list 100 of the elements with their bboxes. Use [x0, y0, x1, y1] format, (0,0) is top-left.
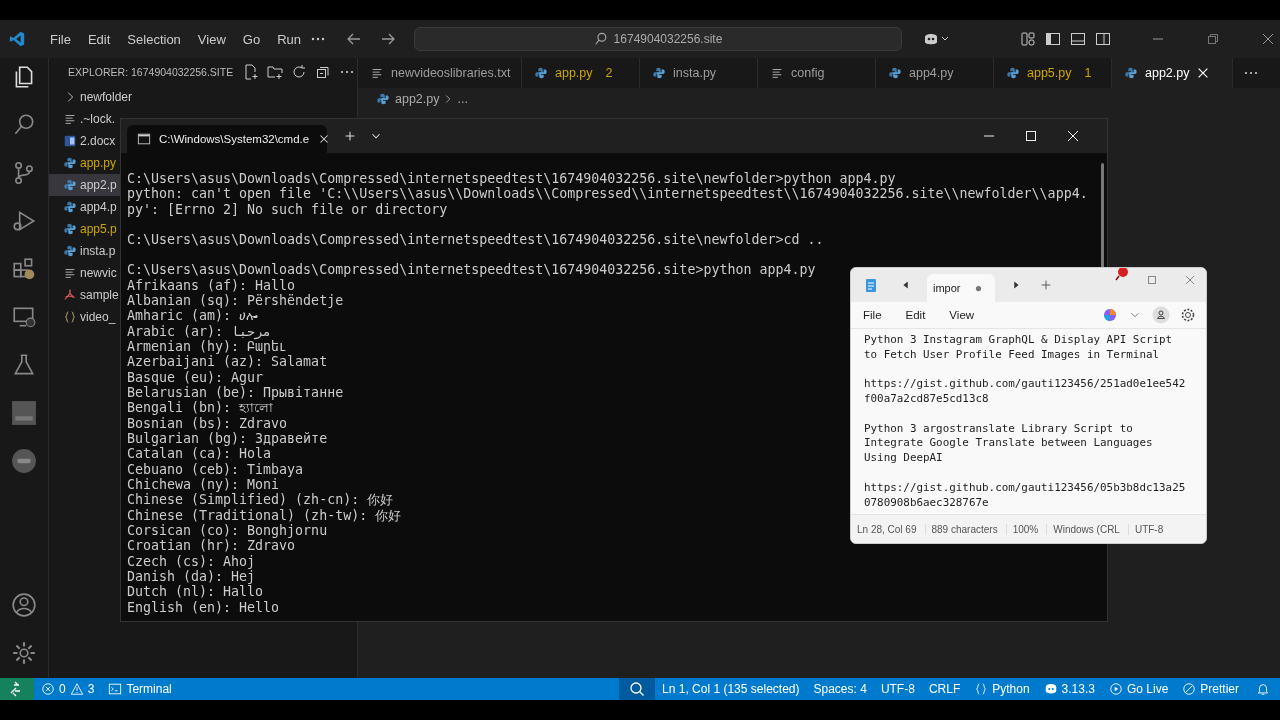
new-tab-icon[interactable] [343, 129, 357, 143]
status-item: Windows (CRL [1047, 523, 1129, 535]
terminal-button[interactable]: Terminal [101, 678, 179, 700]
collapse-icon[interactable] [315, 64, 332, 80]
status-item[interactable]: Ln 1, Col 1 (135 selected) [655, 678, 807, 700]
menu-item[interactable]: File [863, 309, 882, 321]
editor-tab[interactable]: app2.py [1112, 58, 1234, 88]
copilot-icon[interactable] [922, 31, 950, 47]
terminal-line: python: can't open file 'C:\\Users\\asus\\Downloads\\Compressed\\internetspeedtest\\1674904032256.site\\newfolder\\app4. [127, 186, 1088, 202]
zoom-icon[interactable] [619, 678, 656, 700]
text-line: Integrate Google Translate between Languages [864, 436, 1153, 450]
account-icon[interactable] [11, 592, 37, 618]
tree-item[interactable]: 2.docx [49, 130, 121, 152]
close-icon[interactable] [1260, 31, 1276, 47]
chevron-icon [444, 92, 453, 106]
error-icon [41, 682, 55, 696]
split-icon[interactable] [1095, 31, 1111, 47]
run-debug-icon[interactable] [11, 208, 37, 234]
terminal-line: Albanian (sq): Përshëndetje [127, 292, 344, 308]
terminal-line: Belarusian (be): Прывітанне [127, 384, 344, 400]
problems-button[interactable]: 0 3 [34, 678, 102, 700]
menu-item[interactable]: View [949, 309, 975, 321]
status-item: 889 characters [925, 523, 1007, 535]
search-field[interactable]: 1674904032256.site [414, 27, 902, 51]
status-item: 100% [1006, 523, 1048, 535]
maximize-icon[interactable] [1023, 128, 1039, 144]
tree-item[interactable]: newfolder [49, 86, 357, 108]
extensions-icon[interactable] [11, 256, 37, 282]
breadcrumb-item[interactable]: ... [457, 92, 468, 106]
menu-item[interactable]: Edit [905, 309, 926, 321]
terminal-tab[interactable]: C:\Windows\System32\cmd.e [127, 125, 327, 153]
editor-tab[interactable]: config [758, 58, 876, 88]
terminal-line: English (en): Hello [127, 599, 280, 615]
python-icon [376, 92, 390, 106]
close-icon[interactable] [1065, 128, 1081, 144]
tree-item[interactable]: sample [49, 284, 121, 306]
terminal-line: Cebuano (ceb): Timbaya [127, 461, 304, 477]
text-line: 0780908b6aec328767e [864, 495, 989, 509]
terminal-line: C:\Users\asus\Downloads\Compressed\internetspeedtest\1674904032256.site>python app4.py [127, 262, 816, 278]
panel-toggle-icon[interactable] [1070, 31, 1086, 47]
tree-item[interactable]: app.py [49, 152, 121, 174]
pdf-icon [63, 288, 77, 302]
lines-icon [770, 66, 784, 80]
terminal-line: Czech (cs): Ahoj [127, 553, 256, 569]
menu-item[interactable]: File [42, 31, 80, 47]
back-arrow-icon[interactable] [346, 31, 362, 47]
remote-icon[interactable] [0, 678, 34, 700]
restore-icon[interactable] [1205, 31, 1221, 47]
refresh-icon[interactable] [291, 64, 308, 80]
document-tab[interactable]: impor [927, 274, 995, 302]
document-icon [63, 134, 77, 148]
account-icon[interactable] [1152, 306, 1170, 324]
lines-icon [63, 266, 77, 280]
terminal-line: C:\Users\asus\Downloads\Compressed\internetspeedtest\1674904032256.site\newfolder>python app4.py [127, 171, 896, 186]
status-item[interactable]: Python [967, 678, 1037, 700]
status-item[interactable]: Go Live [1101, 678, 1176, 700]
terminal-line: Arabic (ar): مرحبا [127, 323, 272, 339]
menu-item[interactable]: View [189, 31, 235, 47]
text-line: Using DeepAI [864, 451, 943, 465]
tree-item[interactable]: .~lock. [49, 108, 121, 130]
braces-icon [974, 682, 989, 696]
lines-icon [370, 66, 384, 80]
tab-label: app2.py [1145, 66, 1190, 80]
terminal-line: Armenian (hy): Բարեւ [127, 338, 288, 354]
tree-item[interactable]: video_ [49, 306, 121, 328]
editor-tab[interactable]: app.py 2 [522, 58, 640, 88]
status-item[interactable]: CRLF [921, 678, 968, 700]
new-file-icon[interactable] [243, 64, 260, 80]
tree-item[interactable]: app4.p [49, 196, 121, 218]
breadcrumb-item[interactable]: app2.py [395, 92, 440, 106]
status-item[interactable]: UTF-8 [873, 678, 922, 700]
copilot-icon [1043, 682, 1058, 696]
python-icon [1006, 66, 1020, 80]
bell-icon[interactable] [1256, 682, 1270, 696]
warning-icon [69, 682, 84, 696]
status-item[interactable]: Prettier [1175, 678, 1246, 700]
tree-item[interactable]: newvic [49, 262, 121, 284]
editor-tab[interactable]: newvideoslibraries.txt [358, 58, 522, 88]
status-item: Ln 28, Col 69 [851, 523, 926, 535]
python-icon [63, 244, 77, 258]
menu-item[interactable]: Go [234, 31, 270, 47]
menu-item[interactable]: Edit [79, 31, 120, 47]
tab-label: app.py [555, 66, 593, 80]
tab-label: app4.py [909, 66, 954, 80]
menu-item[interactable]: Run [269, 31, 310, 47]
menu-item[interactable]: Selection [119, 31, 190, 47]
terminal-line: Chinese (Traditional) (zh-tw): 你好 [127, 507, 402, 523]
forward-arrow-icon[interactable] [380, 31, 396, 47]
editor-tab[interactable]: insta.py [640, 58, 758, 88]
sidebar-toggle-icon[interactable] [1045, 31, 1061, 47]
text-line: f00a7a2cd87e5cd13c8 [864, 392, 989, 406]
tree-item[interactable]: app5.p [49, 218, 121, 240]
tree-item[interactable]: app2.p [49, 174, 121, 196]
new-folder-icon[interactable] [267, 64, 284, 80]
editor-tab[interactable]: app4.py [876, 58, 994, 88]
status-item[interactable]: 3.13.3 [1036, 678, 1102, 700]
python-icon [1124, 66, 1138, 80]
status-item[interactable]: Spaces: 4 [806, 678, 874, 700]
layout-icon[interactable] [1020, 31, 1036, 47]
tree-item[interactable]: insta.p [49, 240, 121, 262]
